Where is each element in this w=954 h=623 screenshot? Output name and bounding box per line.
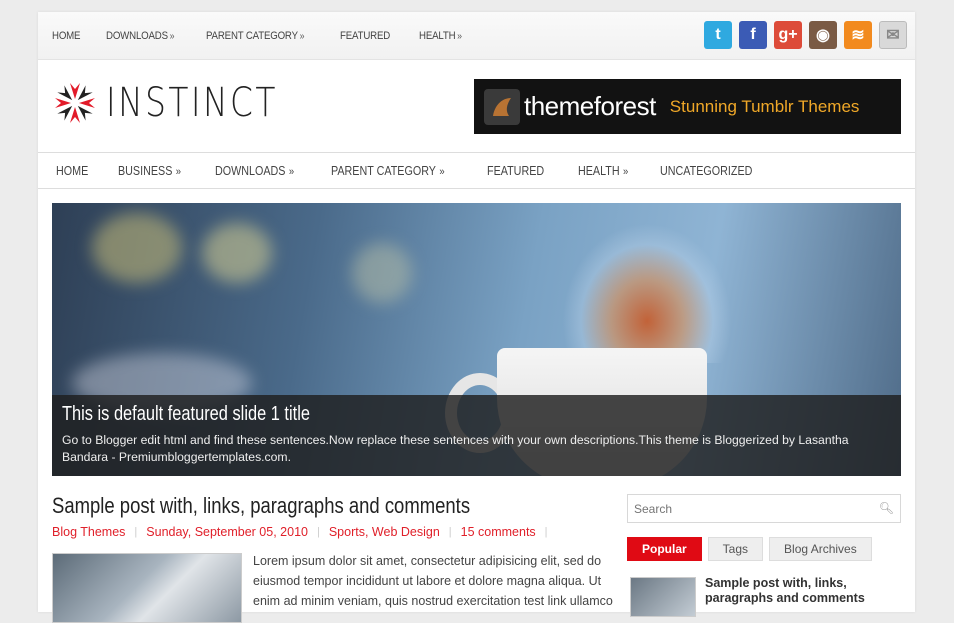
twitter-icon[interactable]: t: [704, 21, 732, 49]
meta-separator: |: [134, 526, 138, 538]
mainnav-label: UNCATEGORIZED: [660, 163, 753, 178]
topnav-item-health[interactable]: HEALTH»: [419, 30, 462, 42]
topnav-label: DOWNLOADS: [106, 30, 169, 42]
mainnav-item-home[interactable]: HOME: [56, 164, 88, 178]
logo-petal: [55, 98, 71, 108]
mainnav-label: HOME: [56, 163, 89, 178]
post-excerpt: Lorem ipsum dolor sit amet, consectetur …: [253, 554, 613, 608]
meta-separator: |: [544, 526, 548, 538]
logo-petal: [79, 98, 95, 108]
logo-mark-icon: [55, 83, 95, 123]
mainnav-item-business[interactable]: BUSINESS»: [118, 164, 181, 178]
themeforest-logo-icon: [484, 88, 520, 125]
post-category-link[interactable]: Blog Themes: [52, 525, 125, 539]
sidebar-tabs: Popular Tags Blog Archives: [627, 537, 872, 561]
topnav-item-home[interactable]: HOME: [52, 30, 81, 42]
mainnav-label: BUSINESS: [117, 163, 172, 178]
top-bar: HOME DOWNLOADS» PARENT CATEGORY» FEATURED HE…: [38, 12, 915, 60]
chevron-right-icon: »: [299, 31, 305, 42]
popular-post-thumbnail[interactable]: [630, 577, 696, 617]
slide-description: Go to Blogger edit html and find these s…: [62, 433, 849, 464]
tab-popular[interactable]: Popular: [627, 537, 702, 561]
mainnav-label: FEATURED: [487, 163, 545, 178]
top-navigation: HOME DOWNLOADS» PARENT CATEGORY» FEATURED HE…: [52, 12, 489, 60]
post-date[interactable]: Sunday, September 05, 2010: [146, 525, 308, 539]
site-header: INSTINCT themeforest Stunning Tumblr The…: [38, 60, 915, 153]
site-logo[interactable]: INSTINCT: [52, 80, 316, 126]
chevron-right-icon: »: [169, 31, 175, 42]
post-thumbnail[interactable]: [52, 553, 242, 623]
rss-icon[interactable]: ≋: [844, 21, 872, 49]
search-icon[interactable]: 🔍︎: [879, 501, 894, 515]
chevron-right-icon: »: [175, 165, 181, 178]
popular-post-title[interactable]: Sample post with, links, paragraphs and …: [705, 576, 905, 606]
facebook-icon[interactable]: f: [739, 21, 767, 49]
topnav-label: HEALTH: [418, 30, 456, 42]
mainnav-item-downloads[interactable]: DOWNLOADS»: [215, 164, 294, 178]
site-name: INSTINCT: [106, 80, 278, 126]
chevron-right-icon: »: [288, 165, 295, 178]
email-icon[interactable]: ✉: [879, 21, 907, 49]
meta-separator: |: [316, 526, 320, 538]
topnav-label: HOME: [52, 30, 81, 42]
post-title[interactable]: Sample post with, links, paragraphs and …: [52, 493, 470, 519]
tab-tags[interactable]: Tags: [707, 537, 764, 561]
mainnav-label: PARENT CATEGORY: [330, 163, 436, 178]
chevron-right-icon: »: [456, 31, 462, 42]
topnav-label: PARENT CATEGORY: [205, 30, 298, 42]
mainnav-item-uncategorized[interactable]: UNCATEGORIZED: [660, 164, 752, 178]
post-meta: Blog Themes | Sunday, September 05, 2010 | S…: [52, 525, 557, 539]
topnav-label: FEATURED: [339, 30, 390, 42]
mainnav-label: DOWNLOADS: [214, 163, 286, 178]
instagram-icon[interactable]: ◉: [809, 21, 837, 49]
banner-brand: themeforest: [524, 91, 656, 121]
bokeh-light: [202, 223, 272, 283]
google-plus-icon[interactable]: g+: [774, 21, 802, 49]
topnav-item-featured[interactable]: FEATURED: [340, 30, 390, 42]
topnav-item-parent-category[interactable]: PARENT CATEGORY»: [205, 30, 305, 42]
social-icons: t f g+ ◉ ≋ ✉: [704, 21, 907, 49]
main-navigation: HOME BUSINESS» DOWNLOADS» PARENT CATEGORY» F…: [38, 153, 915, 189]
banner-tagline: Stunning Tumblr Themes: [669, 96, 860, 116]
topnav-item-downloads[interactable]: DOWNLOADS»: [106, 30, 175, 42]
mainnav-item-featured[interactable]: FEATURED: [487, 164, 544, 178]
bokeh-light: [352, 243, 412, 303]
slide-title[interactable]: This is default featured slide 1 title: [62, 403, 310, 426]
meta-separator: |: [448, 526, 452, 538]
search-input[interactable]: [634, 501, 874, 516]
logo-petal: [70, 107, 80, 123]
mainnav-item-parent-category[interactable]: PARENT CATEGORY»: [331, 164, 445, 178]
featured-slider[interactable]: This is default featured slide 1 title G…: [52, 203, 901, 476]
logo-petal: [70, 83, 80, 99]
sidebar-search: 🔍︎: [627, 494, 901, 523]
bokeh-light: [92, 213, 182, 283]
post-labels-link[interactable]: Sports, Web Design: [329, 525, 440, 539]
page-container: HOME DOWNLOADS» PARENT CATEGORY» FEATURED HE…: [38, 12, 915, 623]
slide-caption: This is default featured slide 1 title G…: [52, 395, 901, 476]
mainnav-label: HEALTH: [577, 163, 620, 178]
chevron-right-icon: »: [439, 165, 445, 178]
post-comments-link[interactable]: 15 comments: [461, 525, 536, 539]
mainnav-item-health[interactable]: HEALTH»: [578, 164, 628, 178]
chevron-right-icon: »: [622, 165, 628, 178]
coffee-splash: [562, 223, 732, 363]
themeforest-banner[interactable]: themeforest Stunning Tumblr Themes: [474, 79, 901, 134]
tab-blog-archives[interactable]: Blog Archives: [769, 537, 872, 561]
